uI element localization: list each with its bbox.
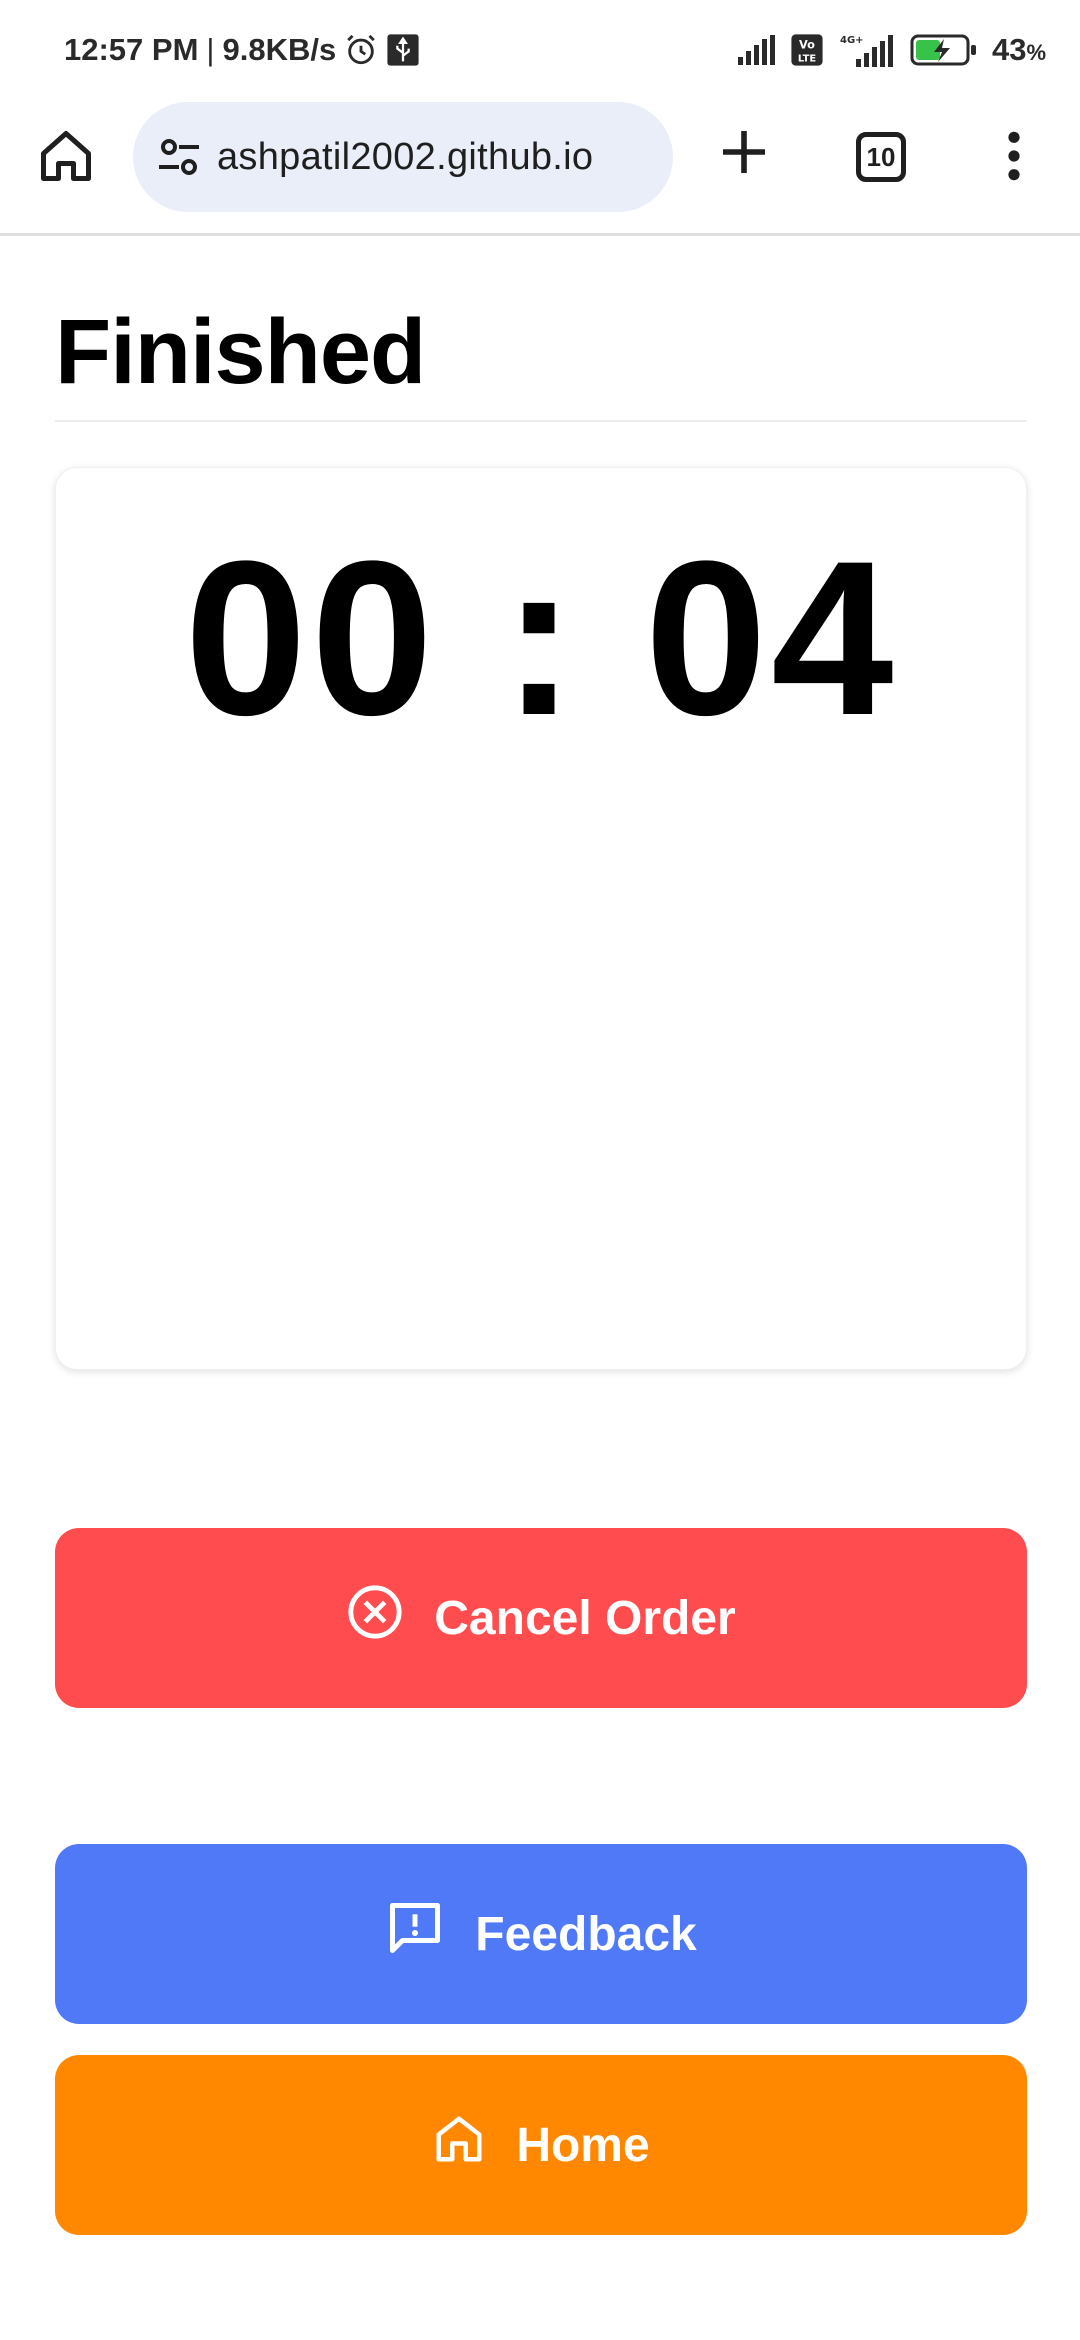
svg-text:Vo: Vo xyxy=(799,38,815,52)
feedback-button[interactable]: Feedback xyxy=(55,1844,1027,2024)
browser-home-icon[interactable] xyxy=(36,126,96,186)
signal-4g-icon: 4G+ xyxy=(838,33,896,67)
address-bar[interactable]: ashpatil2002.github.io xyxy=(133,102,673,212)
home-button[interactable]: Home xyxy=(55,2055,1027,2235)
new-tab-icon[interactable] xyxy=(716,124,772,180)
page-title: Finished xyxy=(55,301,426,403)
browser-toolbar: ashpatil2002.github.io 10 xyxy=(0,100,1080,236)
usb-icon xyxy=(386,33,420,67)
feedback-label: Feedback xyxy=(475,1907,697,1961)
status-time: 12:57 PM xyxy=(64,32,199,67)
site-settings-icon[interactable] xyxy=(155,133,203,181)
cancel-order-label: Cancel Order xyxy=(434,1591,736,1645)
home-label: Home xyxy=(516,2118,650,2172)
alarm-icon xyxy=(344,33,378,67)
status-bar-right: Vo LTE 4G+ 43% xyxy=(736,32,1046,68)
timer-display: 00 : 04 xyxy=(184,515,898,761)
volte-icon: Vo LTE xyxy=(790,33,824,67)
status-separator: | xyxy=(206,32,215,67)
cancel-order-button[interactable]: Cancel Order xyxy=(55,1528,1027,1708)
home-icon xyxy=(432,2112,486,2178)
more-menu-icon[interactable] xyxy=(1000,128,1028,184)
status-bar: 12:57 PM | 9.8KB/s Vo LTE 4G+ 43% xyxy=(0,0,1080,100)
feedback-icon xyxy=(385,1898,445,1970)
signal-icon xyxy=(736,35,776,65)
network-speed: 9.8KB/s xyxy=(222,32,337,67)
status-bar-left: 12:57 PM | 9.8KB/s xyxy=(64,32,420,68)
tab-count: 10 xyxy=(866,141,896,172)
cancel-circle-icon xyxy=(346,1583,404,1653)
tab-switcher-button[interactable]: 10 xyxy=(856,132,906,182)
svg-text:4G+: 4G+ xyxy=(840,35,864,46)
battery-charging-icon xyxy=(910,33,978,67)
battery-percent: 43% xyxy=(991,32,1046,67)
url-text[interactable]: ashpatil2002.github.io xyxy=(217,136,593,179)
title-divider xyxy=(55,420,1027,422)
timer-card: 00 : 04 xyxy=(55,467,1027,1370)
svg-text:LTE: LTE xyxy=(798,53,816,64)
